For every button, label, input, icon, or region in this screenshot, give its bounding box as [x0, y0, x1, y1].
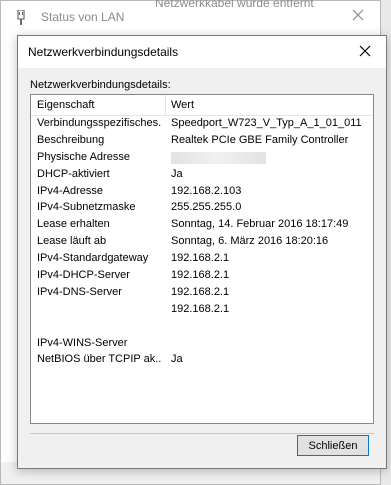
- table-row[interactable]: IPv4-WINS-Server: [31, 336, 373, 353]
- row-value: 192.168.2.1: [171, 252, 230, 265]
- table-row[interactable]: [31, 319, 373, 336]
- redacted-value: [171, 151, 266, 164]
- row-property: Lease erhalten: [37, 218, 110, 231]
- close-icon[interactable]: [358, 44, 372, 58]
- row-property: DHCP-aktiviert: [37, 167, 110, 180]
- section-label: Netzwerkverbindungsdetails:: [30, 79, 171, 91]
- table-row[interactable]: IPv4-Standardgateway 192.168.2.1: [31, 251, 373, 268]
- row-value: Realtek PCIe GBE Family Controller: [171, 133, 349, 146]
- row-property: IPv4-Subnetzmaske: [37, 201, 136, 214]
- details-list[interactable]: Eigenschaft Wert Verbindungsspezifisches…: [30, 94, 374, 424]
- row-value: Ja: [171, 167, 183, 180]
- row-property: Lease läuft ab: [37, 235, 107, 248]
- table-row[interactable]: Lease erhalten Sonntag, 14. Februar 2016 …: [31, 217, 373, 234]
- dialog-titlebar: Netzwerkverbindungsdetails: [18, 36, 386, 68]
- list-rows: Verbindungsspezifisches... Speedport_W723…: [31, 116, 373, 369]
- table-row[interactable]: IPv4-DNS-Server 192.168.2.1: [31, 285, 373, 302]
- row-property: Beschreibung: [37, 133, 105, 146]
- row-property: IPv4-DNS-Server: [37, 285, 122, 298]
- table-row[interactable]: DHCP-aktiviert Ja: [31, 167, 373, 184]
- close-button[interactable]: Schließen: [297, 435, 369, 456]
- row-property: Physische Adresse: [37, 150, 130, 163]
- status-window-title: Status von LAN: [41, 10, 125, 24]
- close-icon[interactable]: [350, 7, 366, 23]
- row-property: IPv4-Adresse: [37, 184, 104, 197]
- row-value: Ja: [171, 353, 183, 366]
- row-value: Speedport_W723_V_Typ_A_1_01_011: [171, 117, 362, 129]
- table-row[interactable]: 192.168.2.1: [31, 302, 373, 319]
- dialog-divider: [30, 433, 374, 434]
- row-value: 192.168.2.1: [171, 269, 230, 282]
- column-header-value[interactable]: Wert: [171, 99, 194, 111]
- table-row[interactable]: NetBIOS über TCPIP ak... Ja: [31, 352, 373, 369]
- table-row[interactable]: Lease läuft ab Sonntag, 6. März 2016 18:2…: [31, 234, 373, 251]
- row-value: Sonntag, 6. März 2016 18:20:16: [171, 235, 329, 248]
- row-property: IPv4-WINS-Server: [37, 336, 128, 349]
- row-value: 192.168.2.103: [171, 184, 242, 197]
- row-value: Sonntag, 14. Februar 2016 18:17:49: [171, 218, 349, 231]
- row-value: 255.255.255.0: [171, 201, 242, 214]
- row-property: Verbindungsspezifisches...: [37, 117, 162, 129]
- network-adapter-icon: [17, 10, 25, 25]
- row-property: IPv4-Standardgateway: [37, 252, 149, 265]
- column-divider[interactable]: [165, 95, 166, 115]
- table-row[interactable]: IPv4-Adresse 192.168.2.103: [31, 184, 373, 201]
- table-row[interactable]: Beschreibung Realtek PCIe GBE Family Cont…: [31, 133, 373, 150]
- row-value: 192.168.2.1: [171, 302, 230, 315]
- list-header: Eigenschaft Wert: [31, 95, 373, 116]
- table-row[interactable]: Physische Adresse: [31, 150, 373, 167]
- status-window-partial-text: Netzwerkkabel wurde entfernt: [155, 0, 314, 10]
- table-row[interactable]: Verbindungsspezifisches... Speedport_W723…: [31, 116, 373, 133]
- details-dialog: Netzwerkverbindungsdetails Netzwerkverbi…: [17, 35, 387, 469]
- table-row[interactable]: IPv4-Subnetzmaske 255.255.255.0: [31, 200, 373, 217]
- row-property: NetBIOS über TCPIP ak...: [37, 353, 162, 366]
- column-header-property[interactable]: Eigenschaft: [37, 99, 94, 111]
- status-window-titlebar: Status von LAN Netzwerkkabel wurde entfe…: [1, 0, 380, 33]
- dialog-title: Netzwerkverbindungsdetails: [28, 45, 179, 59]
- table-row[interactable]: IPv4-DHCP-Server 192.168.2.1: [31, 268, 373, 285]
- row-value: 192.168.2.1: [171, 285, 230, 298]
- row-property: IPv4-DHCP-Server: [37, 269, 130, 282]
